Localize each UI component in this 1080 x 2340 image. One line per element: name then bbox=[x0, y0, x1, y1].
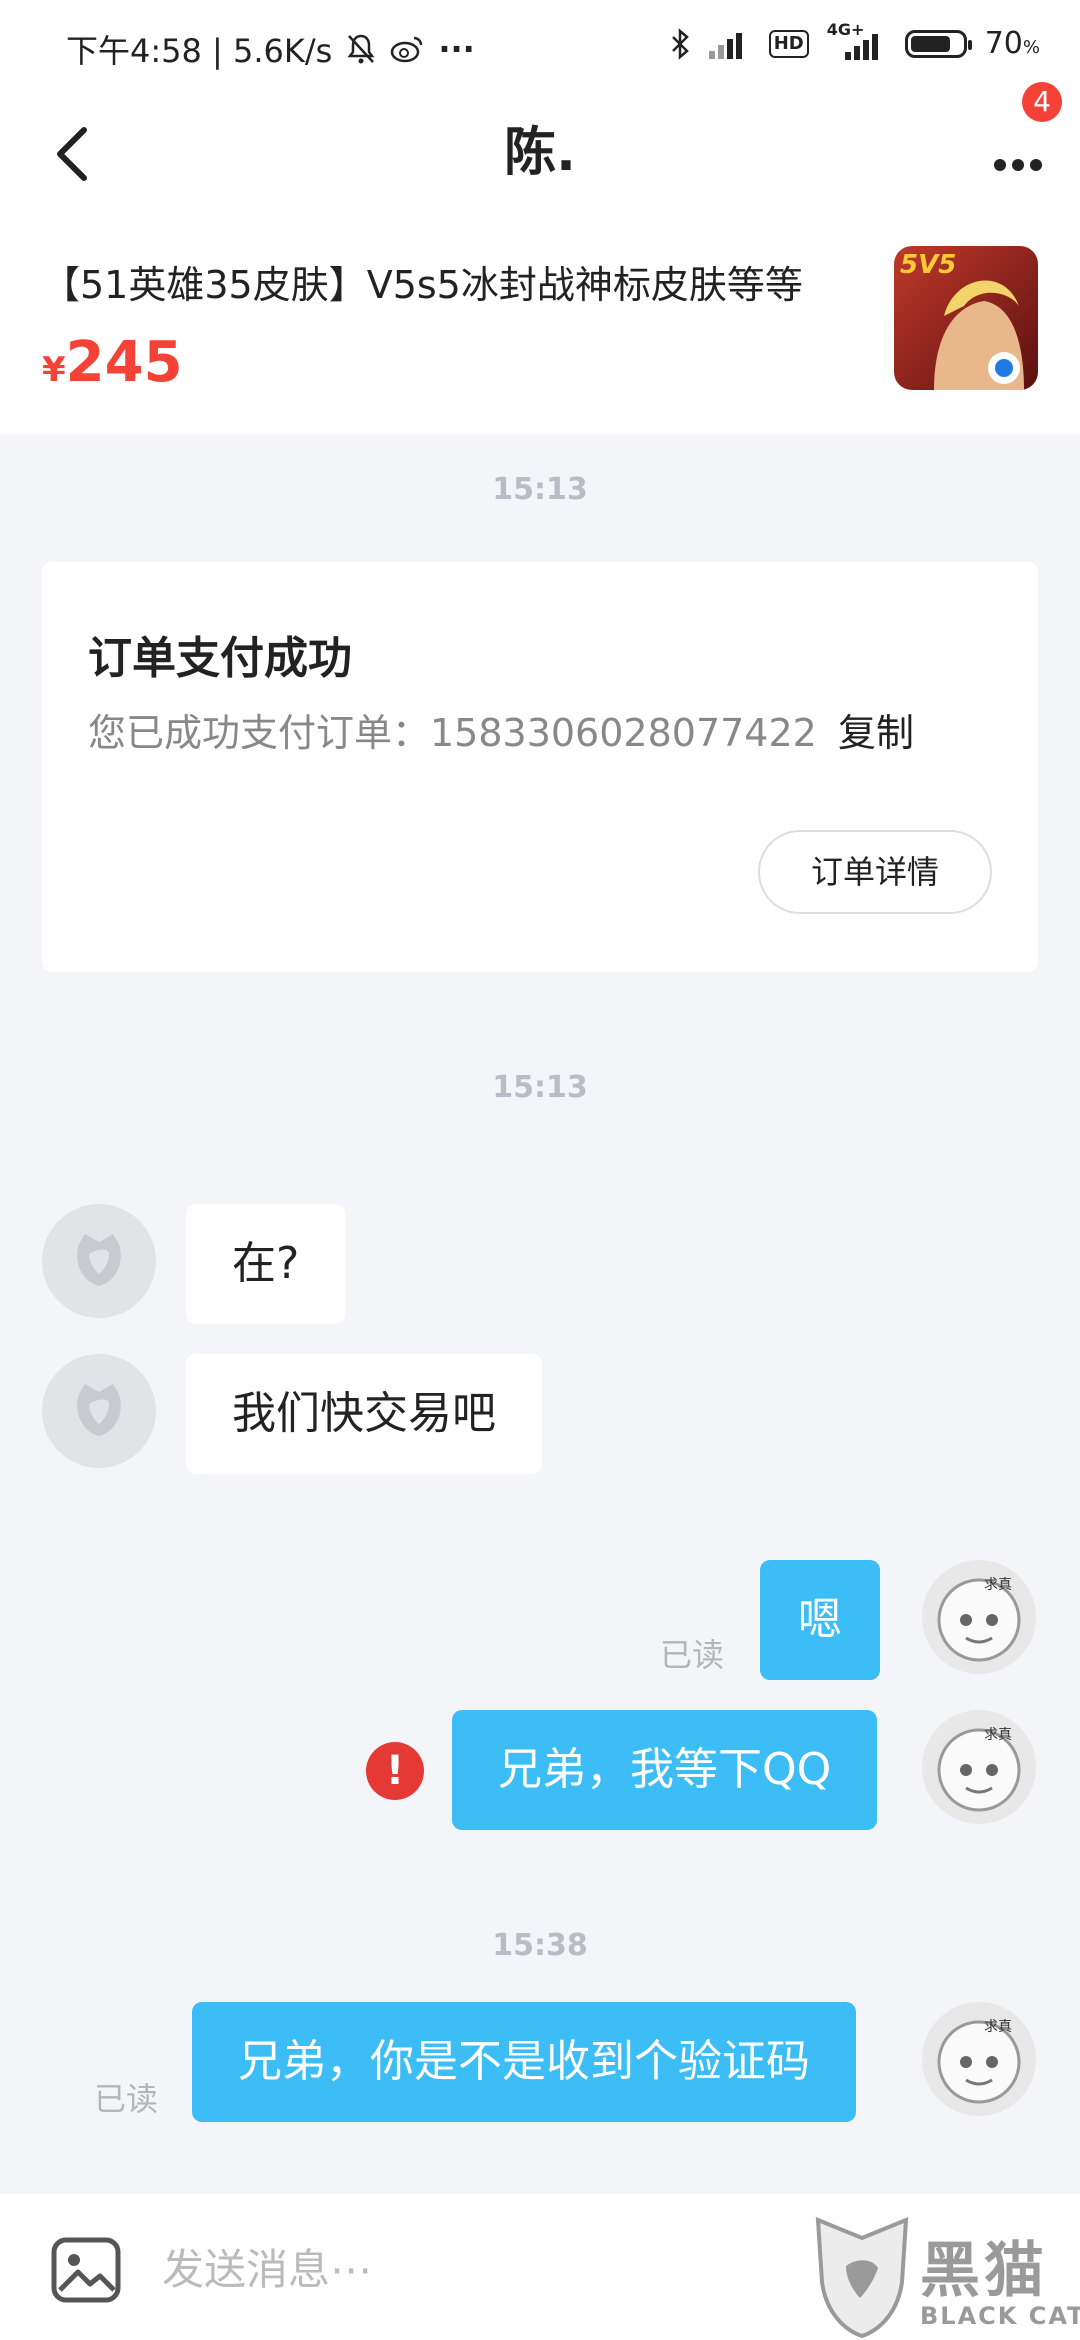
message-bubble-incoming: 在? bbox=[186, 1204, 346, 1324]
self-avatar[interactable]: 求真 bbox=[922, 1710, 1036, 1824]
order-description: 您已成功支付订单：1583306028077422 bbox=[88, 711, 817, 755]
signal-icon-2: 4G+ bbox=[827, 20, 887, 60]
battery-icon bbox=[904, 29, 972, 58]
avatar-tag: 求真 bbox=[984, 2019, 1012, 2035]
game-logo-text: 5V5 bbox=[900, 250, 957, 280]
avatar-tag: 求真 bbox=[984, 1727, 1012, 1743]
price-value: 245 bbox=[65, 330, 183, 395]
timestamp: 15:13 bbox=[492, 472, 588, 507]
self-avatar[interactable]: 求真 bbox=[922, 2002, 1036, 2116]
product-title: 【51英雄35皮肤】V5s5冰封战神标皮肤等等 bbox=[42, 263, 803, 307]
product-card[interactable]: 【51英雄35皮肤】V5s5冰封战神标皮肤等等 ¥245 5V5 bbox=[0, 214, 1080, 434]
timestamp: 15:38 bbox=[492, 1928, 588, 1963]
hd-badge: HD bbox=[768, 29, 809, 58]
order-detail-button[interactable]: 订单详情 bbox=[758, 830, 992, 914]
status-right: HD 4G+ 70% bbox=[669, 20, 1040, 61]
cartoon-avatar-icon bbox=[937, 2020, 1021, 2104]
cartoon-avatar-icon bbox=[937, 1728, 1021, 1812]
status-left: 下午4:58 | 5.6K/s ··· bbox=[66, 26, 475, 72]
partner-avatar[interactable] bbox=[42, 1204, 156, 1318]
read-receipt: 已读 bbox=[94, 2080, 159, 2118]
default-avatar-icon bbox=[77, 1384, 121, 1436]
battery-level: 70% bbox=[984, 26, 1040, 61]
product-thumbnail: 5V5 bbox=[894, 246, 1038, 390]
watermark-en: BLACK CAT bbox=[920, 2302, 1080, 2330]
image-picker-button[interactable] bbox=[50, 2234, 122, 2306]
mute-bell-icon bbox=[347, 34, 375, 64]
message-bubble-outgoing: 兄弟，你是不是收到个验证码 bbox=[192, 2002, 856, 2122]
read-receipt: 已读 bbox=[660, 1636, 725, 1674]
default-avatar-icon bbox=[77, 1234, 121, 1286]
more-options-button[interactable] bbox=[980, 120, 1060, 190]
watermark-cn: 黑猫 bbox=[920, 2236, 1048, 2306]
bluetooth-icon bbox=[671, 27, 689, 60]
black-cat-watermark: 黑猫 BLACK CAT bbox=[800, 2212, 1080, 2340]
send-failed-icon[interactable]: ! bbox=[366, 1742, 424, 1800]
message-input[interactable] bbox=[160, 2228, 764, 2310]
order-card: 订单支付成功 您已成功支付订单：1583306028077422 复制 订单详情 bbox=[42, 562, 1038, 972]
price-currency: ¥ bbox=[42, 350, 66, 390]
message-bubble-incoming: 我们快交易吧 bbox=[186, 1354, 542, 1474]
status-more-dots: ··· bbox=[438, 30, 475, 68]
timestamp: 15:13 bbox=[492, 1070, 588, 1105]
message-bubble-outgoing: 兄弟，我等下QQ bbox=[452, 1710, 878, 1830]
product-price: ¥245 bbox=[42, 330, 183, 395]
cartoon-avatar-icon bbox=[937, 1578, 1021, 1662]
unread-badge: 4 bbox=[1022, 82, 1062, 122]
copy-order-button[interactable]: 复制 bbox=[838, 702, 914, 757]
partner-avatar[interactable] bbox=[42, 1354, 156, 1468]
self-avatar[interactable]: 求真 bbox=[922, 1560, 1036, 1674]
top-nav: 陈. bbox=[0, 96, 1080, 214]
weibo-icon bbox=[391, 36, 423, 63]
status-bar: 下午4:58 | 5.6K/s ··· HD 4G+ 70% bbox=[0, 0, 1080, 96]
chat-partner-name: 陈. bbox=[504, 123, 576, 183]
signal-icon-1 bbox=[708, 29, 751, 59]
avatar-tag: 求真 bbox=[984, 1577, 1012, 1593]
message-bubble-outgoing: 嗯 bbox=[760, 1560, 880, 1680]
status-time-speed: 下午4:58 | 5.6K/s bbox=[66, 32, 333, 70]
order-title: 订单支付成功 bbox=[88, 633, 352, 684]
black-cat-logo-icon bbox=[815, 2216, 909, 2339]
